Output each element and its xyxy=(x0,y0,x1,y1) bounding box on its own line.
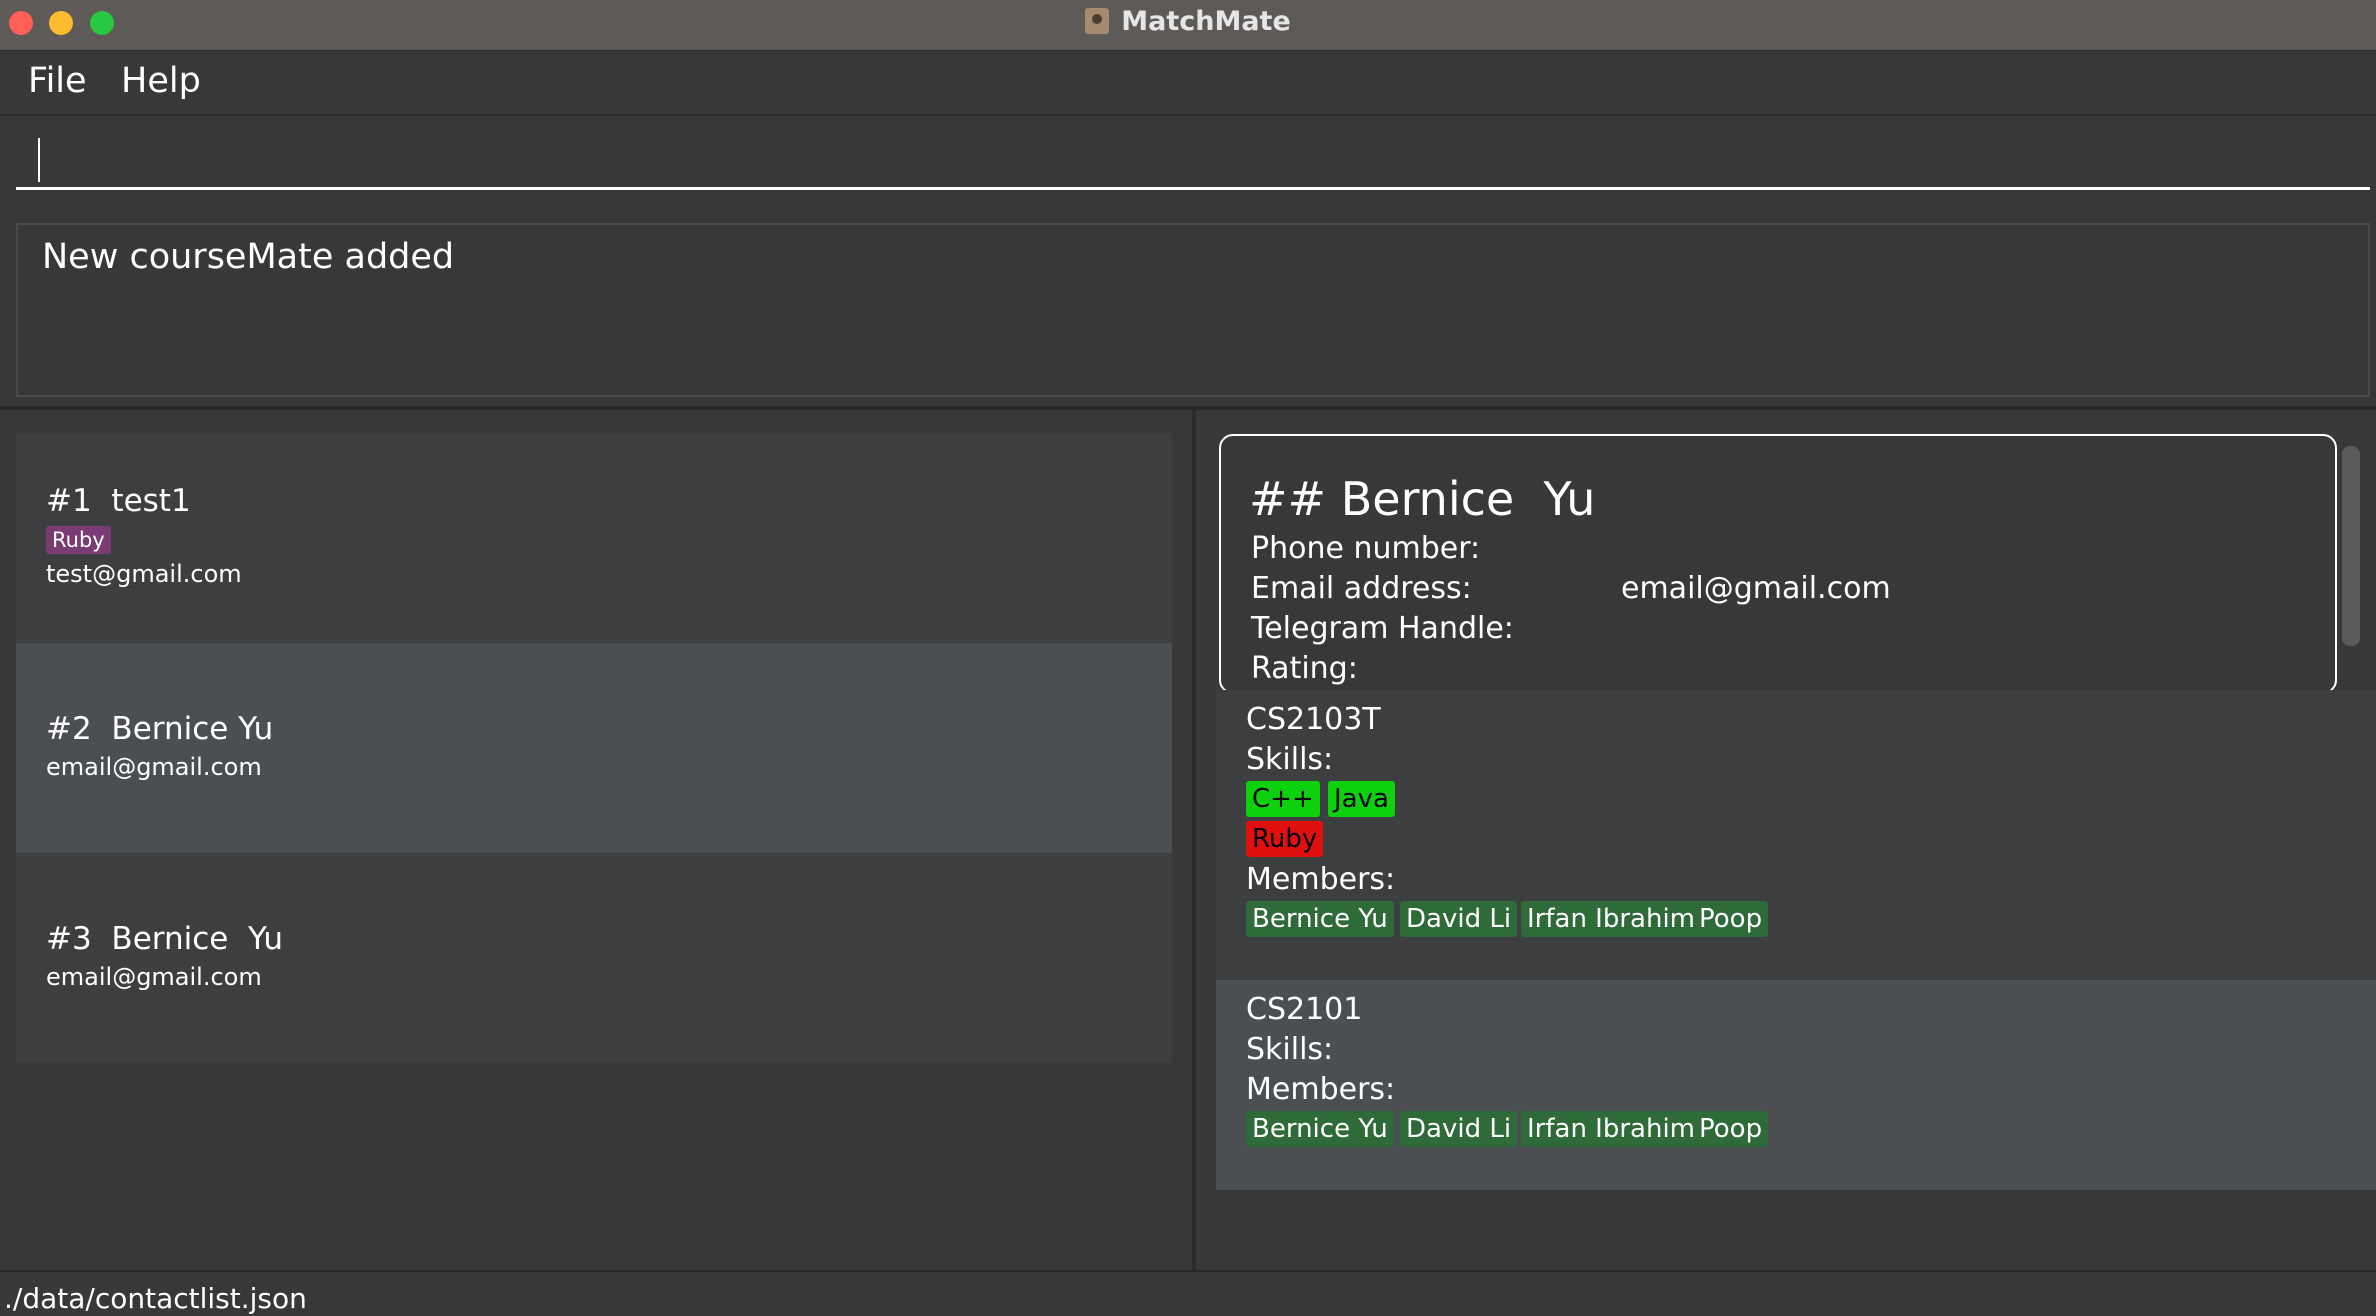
member-chip: Bernice Yu xyxy=(1246,1111,1394,1147)
member-chip: Irfan Ibrahim xyxy=(1521,1111,1702,1147)
skills-label: Skills: xyxy=(1246,1032,1334,1067)
window-title: MatchMate xyxy=(1121,5,1291,37)
skills-label: Skills: xyxy=(1246,742,1334,777)
members-label: Members: xyxy=(1246,862,1396,897)
list-item[interactable]: #2 Bernice Yu email@gmail.com xyxy=(16,643,1172,853)
email-label: Email address: xyxy=(1251,571,1472,606)
members-label: Members: xyxy=(1246,1072,1396,1107)
app-icon xyxy=(1085,8,1110,34)
skill-chip: Ruby xyxy=(1246,821,1324,857)
group-name: CS2103T xyxy=(1246,702,1381,737)
command-input[interactable] xyxy=(16,136,2370,190)
group-name: CS2101 xyxy=(1246,992,1363,1027)
group-card[interactable]: CS2103T Skills: C++ Java Ruby Members: B… xyxy=(1216,690,2376,980)
save-location: ./data/contactlist.json xyxy=(4,1282,307,1315)
contact-index: #2 Bernice Yu xyxy=(46,711,274,747)
contact-email: email@gmail.com xyxy=(46,753,262,781)
telegram-label: Telegram Handle: xyxy=(1251,611,1514,646)
result-message: New courseMate added xyxy=(42,237,455,277)
member-chip: Irfan Ibrahim xyxy=(1521,901,1702,937)
contact-detail-card: ## Bernice Yu Phone number: Email addres… xyxy=(1219,434,2337,694)
menu-help[interactable]: Help xyxy=(121,61,201,101)
command-box xyxy=(0,116,2376,208)
detail-title: ## Bernice Yu xyxy=(1249,472,1596,526)
detail-scrollbar[interactable] xyxy=(2342,446,2360,646)
contact-email: email@gmail.com xyxy=(46,963,262,991)
menu-file[interactable]: File xyxy=(28,61,87,101)
skill-chip: C++ xyxy=(1246,781,1320,817)
skill-tag: Ruby xyxy=(46,526,111,554)
list-item[interactable]: #3 Bernice Yu email@gmail.com xyxy=(16,853,1172,1063)
skill-chip: Java xyxy=(1328,781,1395,817)
member-chip: Bernice Yu xyxy=(1246,901,1394,937)
member-chip: Poop xyxy=(1693,1111,1769,1147)
text-caret xyxy=(38,138,40,182)
list-item[interactable]: #1 test1 Ruby test@gmail.com xyxy=(16,433,1172,643)
group-card[interactable]: CS2101 Skills: Members: Bernice Yu David… xyxy=(1216,980,2376,1190)
contact-index: #3 Bernice Yu xyxy=(46,921,284,957)
phone-label: Phone number: xyxy=(1251,531,1481,566)
window-title-wrap: MatchMate xyxy=(0,0,2376,42)
contact-email: test@gmail.com xyxy=(46,560,242,588)
member-chip: David Li xyxy=(1400,901,1518,937)
status-bar: ./data/contactlist.json xyxy=(0,1270,2376,1316)
member-chip: Poop xyxy=(1693,901,1769,937)
email-value: email@gmail.com xyxy=(1621,571,1891,606)
contact-index: #1 test1 xyxy=(46,483,191,519)
rating-label: Rating: xyxy=(1251,651,1358,686)
member-chip: David Li xyxy=(1400,1111,1518,1147)
menu-bar: File Help xyxy=(0,51,2376,116)
result-display: New courseMate added xyxy=(16,223,2370,397)
title-bar: MatchMate xyxy=(0,0,2376,51)
